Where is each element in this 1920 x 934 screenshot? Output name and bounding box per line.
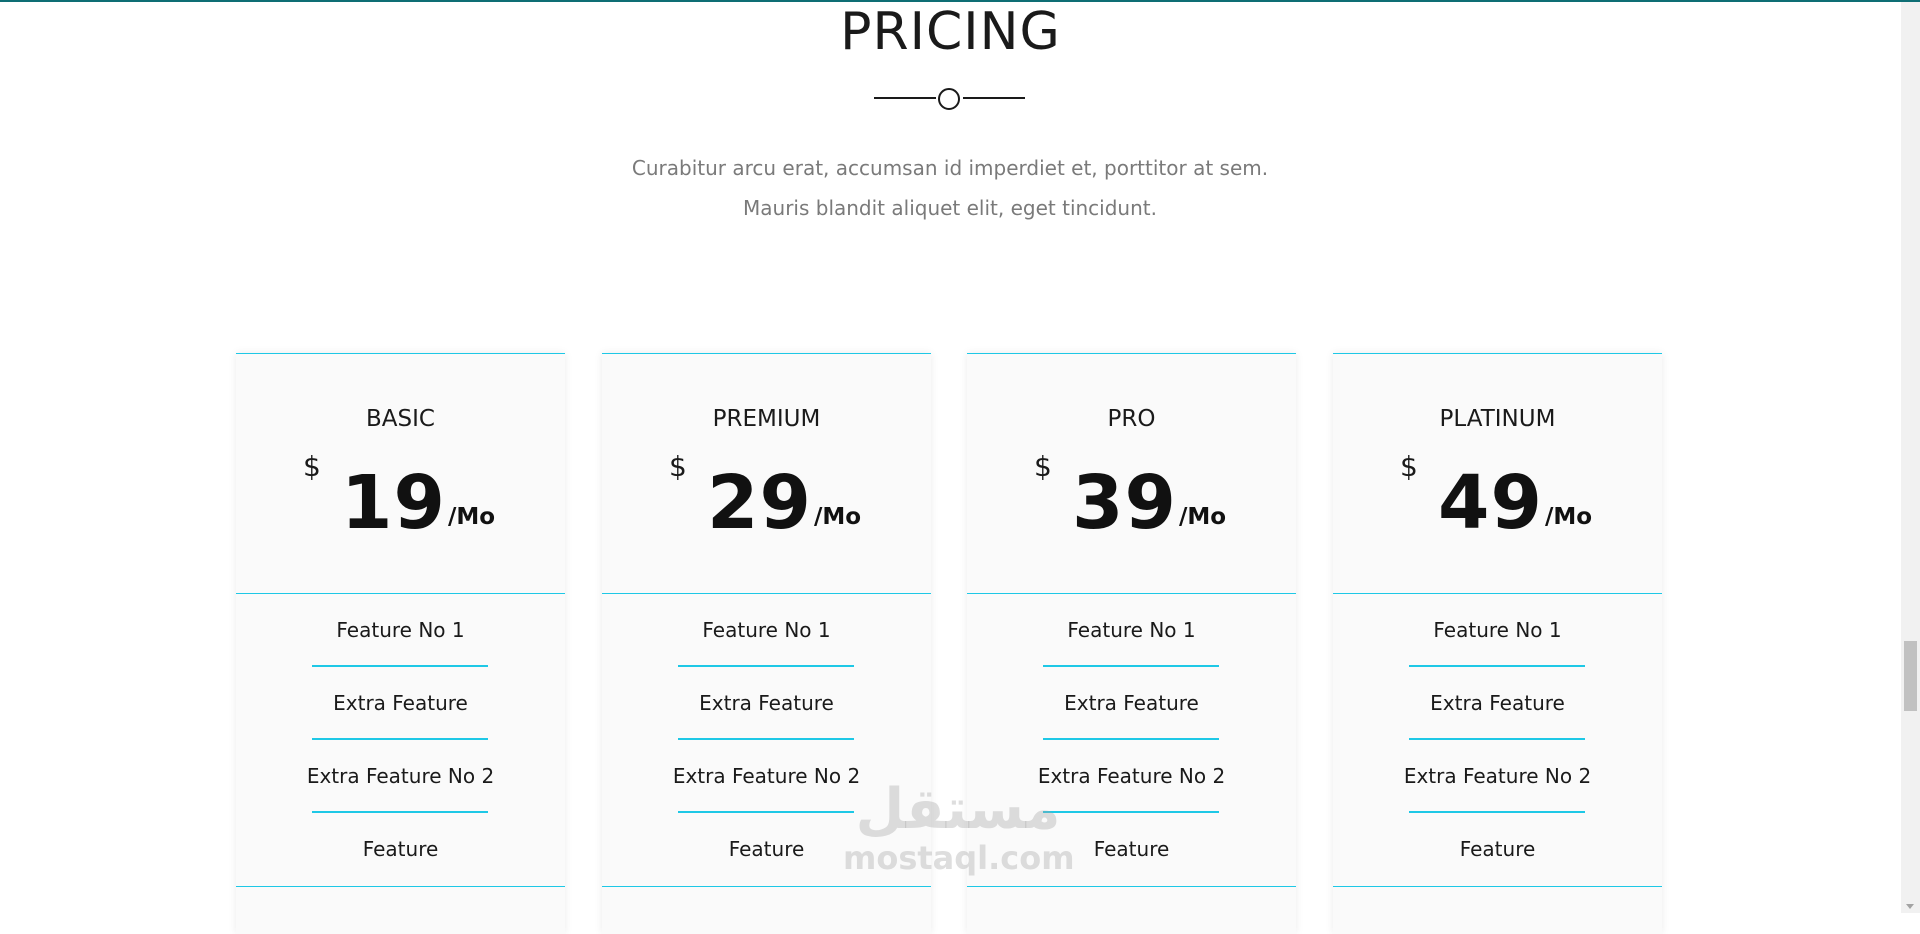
plan-name: BASIC [366, 406, 435, 432]
vertical-scrollbar[interactable] [1901, 2, 1920, 913]
divider-line-left [874, 97, 936, 99]
feature-label: Feature No 1 [702, 618, 831, 642]
feature-label: Extra Feature [1430, 691, 1565, 715]
feature-label: Extra Feature No 2 [672, 764, 861, 788]
plan-header: PRO $ 39 /Mo [967, 354, 1296, 594]
feature-label: Extra Feature No 2 [306, 764, 495, 788]
section-intro: Curabitur arcu erat, accumsan id imperdi… [631, 156, 1269, 220]
plan-period: /Mo [1179, 504, 1227, 530]
plan-header: PREMIUM $ 29 /Mo [602, 354, 931, 594]
divider-line-right [963, 97, 1025, 99]
currency-symbol: $ [669, 450, 687, 483]
plan-period: /Mo [448, 504, 496, 530]
divider-circle-icon [938, 88, 960, 110]
feature-label: Feature [728, 837, 805, 861]
feature-item: Feature [236, 813, 565, 886]
currency-symbol: $ [1034, 450, 1052, 483]
feature-item: Feature No 1 [236, 594, 565, 667]
scrollbar-thumb[interactable] [1904, 641, 1917, 711]
feature-list: Feature No 1 Extra Feature Extra Feature… [236, 594, 565, 886]
feature-item: Extra Feature [967, 667, 1296, 740]
feature-label: Extra Feature [1064, 691, 1199, 715]
feature-label: Feature [1093, 837, 1170, 861]
feature-item: Extra Feature [236, 667, 565, 740]
plan-period: /Mo [814, 504, 862, 530]
watermark-latin: mostaql.com [843, 839, 1075, 877]
feature-list: Feature No 1 Extra Feature Extra Feature… [1333, 594, 1662, 886]
feature-item: Feature No 1 [1333, 594, 1662, 667]
feature-item: Extra Feature No 2 [236, 740, 565, 813]
pricing-section: PRICING Curabitur arcu erat, accumsan id… [0, 0, 1901, 934]
watermark-logo: مستقل mostaql.com [843, 777, 1075, 890]
feature-label: Feature No 1 [336, 618, 465, 642]
feature-label: Feature No 1 [1433, 618, 1562, 642]
plan-price: 39 [1072, 460, 1177, 546]
plan-name: PREMIUM [712, 406, 821, 432]
feature-label: Extra Feature [333, 691, 468, 715]
scroll-down-arrow-icon[interactable] [1906, 904, 1914, 909]
plan-name: PLATINUM [1439, 406, 1556, 432]
feature-item: Feature No 1 [967, 594, 1296, 667]
plan-header: PLATINUM $ 49 /Mo [1333, 354, 1662, 594]
plan-price: 19 [341, 460, 446, 546]
plan-name: PRO [1107, 406, 1156, 432]
feature-item: Feature [1333, 813, 1662, 886]
plan-period: /Mo [1545, 504, 1593, 530]
feature-label: Feature No 1 [1067, 618, 1196, 642]
features-bottom-border [236, 886, 565, 887]
feature-item: Extra Feature No 2 [1333, 740, 1662, 813]
features-bottom-border [1333, 886, 1662, 887]
watermark-arabic: مستقل [855, 777, 1061, 842]
plan-price: 49 [1438, 460, 1543, 546]
currency-symbol: $ [303, 450, 321, 483]
feature-item: Extra Feature [1333, 667, 1662, 740]
feature-label: Extra Feature No 2 [1403, 764, 1592, 788]
section-title: PRICING [840, 2, 1061, 62]
feature-label: Feature [1459, 837, 1536, 861]
feature-item: Extra Feature [602, 667, 931, 740]
feature-label: Extra Feature [699, 691, 834, 715]
title-divider [874, 85, 1025, 111]
currency-symbol: $ [1400, 450, 1418, 483]
plan-header: BASIC $ 19 /Mo [236, 354, 565, 594]
plan-card-platinum[interactable]: PLATINUM $ 49 /Mo Feature No 1 Extra Fea… [1333, 353, 1662, 934]
feature-label: Feature [362, 837, 439, 861]
plan-price: 29 [707, 460, 812, 546]
feature-item: Feature No 1 [602, 594, 931, 667]
plan-card-basic[interactable]: BASIC $ 19 /Mo Feature No 1 Extra Featur… [236, 353, 565, 934]
